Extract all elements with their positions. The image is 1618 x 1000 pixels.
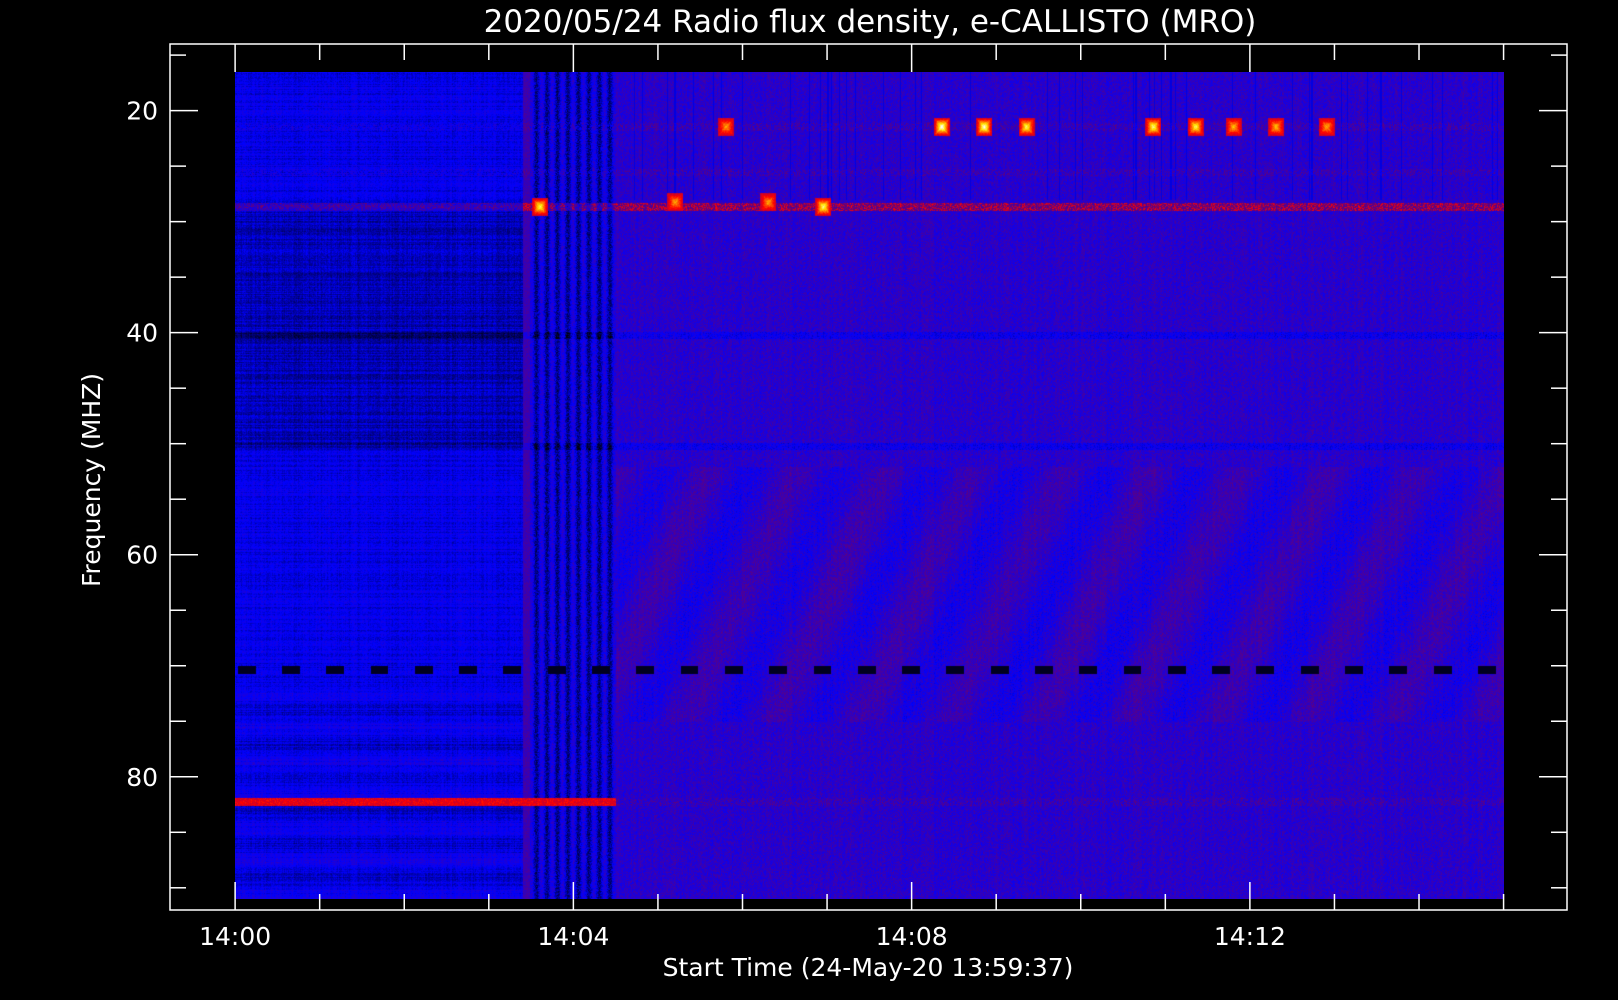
chart-title: 2020/05/24 Radio flux density, e-CALLIST… xyxy=(484,4,1257,40)
spectrogram-plot: 2020/05/24 Radio flux density, e-CALLIST… xyxy=(0,0,1618,1000)
x-axis-label: Start Time (24-May-20 13:59:37) xyxy=(663,953,1074,982)
x-tick-label: 14:08 xyxy=(876,922,948,951)
y-tick-label: 80 xyxy=(126,763,158,792)
y-tick-label: 40 xyxy=(126,319,158,348)
y-tick-label: 60 xyxy=(126,541,158,570)
x-tick-label: 14:00 xyxy=(199,922,271,951)
y-tick-label: 20 xyxy=(126,97,158,126)
x-tick-label: 14:12 xyxy=(1214,922,1286,951)
heatmap-image xyxy=(235,72,1504,899)
heatmap xyxy=(235,72,1504,899)
y-axis-label: Frequency (MHZ) xyxy=(77,373,106,587)
x-tick-label: 14:04 xyxy=(537,922,609,951)
